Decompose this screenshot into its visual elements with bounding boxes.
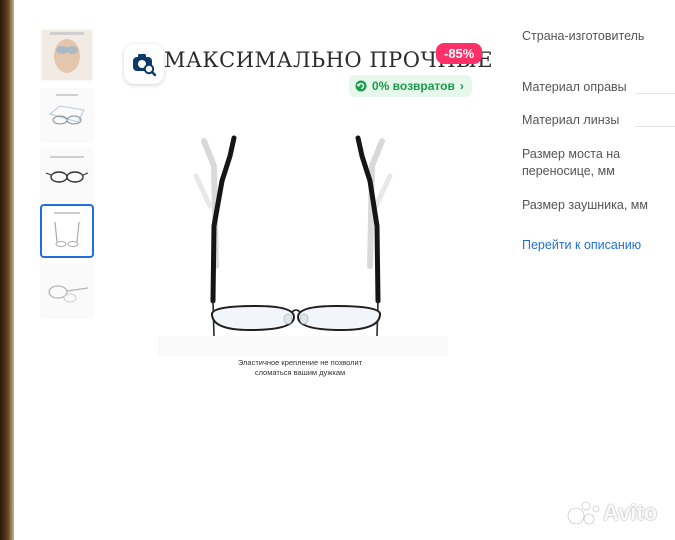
camera-search-icon <box>133 54 157 77</box>
glasses-front-icon <box>45 156 89 183</box>
spec-leader-line <box>635 126 675 127</box>
chevron-right-icon: › <box>459 79 464 93</box>
spec-row-bridge-size: Размер моста на переносице, мм <box>522 146 632 180</box>
hands-cleaning-glasses-icon <box>42 30 92 80</box>
avito-wordmark: Avito <box>603 500 658 525</box>
avito-watermark: Avito <box>567 500 657 526</box>
thumbnail-3[interactable] <box>40 148 94 202</box>
thumbnail-1[interactable] <box>40 28 94 82</box>
glasses-flex-illustration <box>158 135 448 356</box>
spec-leader-line <box>635 93 675 94</box>
image-search-button[interactable] <box>124 44 164 84</box>
glasses-side-icon <box>48 285 89 303</box>
product-image[interactable] <box>118 36 498 496</box>
returns-label: 0% возвратов <box>372 79 455 93</box>
returns-icon <box>355 80 367 92</box>
discount-badge: -85% <box>436 43 483 64</box>
spec-label: Материал оправы <box>522 80 627 94</box>
spec-label: Размер моста на переносице, мм <box>522 147 621 178</box>
spec-label: Размер заушника, мм <box>522 198 648 212</box>
returns-badge[interactable]: 0% возвратов › <box>349 75 472 97</box>
spec-row-country: Страна-изготовитель <box>522 28 675 45</box>
thumbnail-5[interactable] <box>40 264 94 318</box>
spec-row-lens-material: Материал линзы <box>522 112 675 129</box>
background-edge <box>0 0 14 540</box>
spec-label: Материал линзы <box>522 113 620 127</box>
caption-line-2: сломаться вашим дужкам <box>254 368 346 377</box>
go-to-description-link[interactable]: Перейти к описанию <box>522 238 641 252</box>
avito-logo-icon <box>567 501 600 525</box>
thumbnail-2[interactable] <box>40 88 94 142</box>
caption-line-1: Эластичное крепление не позволит <box>237 358 363 367</box>
image-caption: Эластичное крепление не позволит сломать… <box>210 358 390 378</box>
spec-label: Страна-изготовитель <box>522 29 645 43</box>
spec-row-temple-size: Размер заушника, мм <box>522 197 675 214</box>
glasses-hinge-flex-icon <box>54 212 80 247</box>
thumbnail-4[interactable] <box>40 204 94 258</box>
glasses-diagram-icon <box>48 94 85 125</box>
spec-row-frame-material: Материал оправы <box>522 79 675 96</box>
